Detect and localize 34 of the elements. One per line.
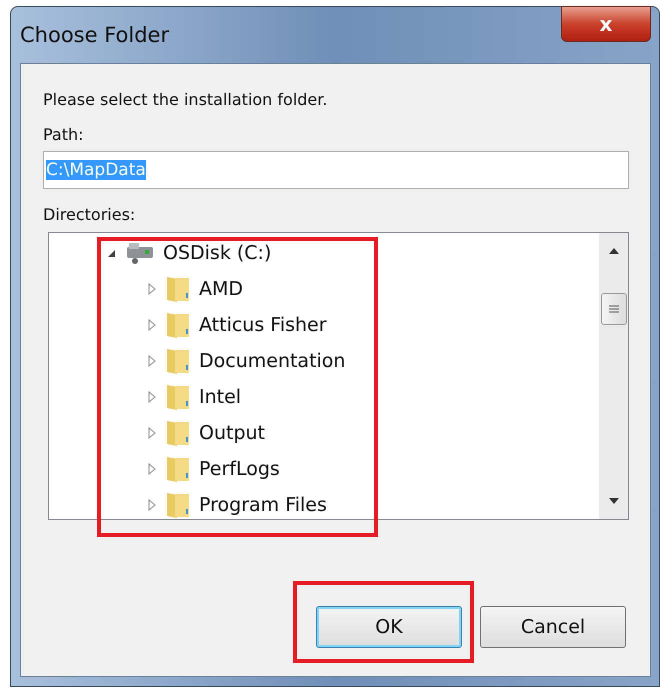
folder-icon [165, 383, 191, 411]
collapsed-arrow-icon[interactable] [147, 463, 157, 475]
tree-item[interactable]: Intel [199, 386, 242, 408]
tree-item[interactable]: Atticus Fisher [199, 314, 327, 336]
tree-item[interactable]: Output [199, 422, 265, 444]
tree-item[interactable]: PerfLogs [199, 458, 280, 480]
tree-item[interactable]: Documentation [199, 350, 346, 372]
cancel-button[interactable]: Cancel [480, 606, 626, 648]
collapsed-arrow-icon[interactable] [147, 283, 157, 295]
path-label: Path: [43, 125, 85, 144]
folder-icon [165, 311, 191, 339]
folder-icon [165, 347, 191, 375]
collapsed-arrow-icon[interactable] [147, 355, 157, 367]
folder-icon [165, 491, 191, 519]
ok-button[interactable]: OK [316, 606, 462, 648]
scroll-thumb[interactable] [600, 293, 626, 325]
tree-item[interactable]: AMD [199, 278, 244, 300]
collapsed-arrow-icon[interactable] [147, 499, 157, 511]
folder-icon [165, 419, 191, 447]
collapsed-arrow-icon[interactable] [147, 427, 157, 439]
folder-icon [165, 455, 191, 483]
collapsed-arrow-icon[interactable] [147, 391, 157, 403]
collapsed-arrow-icon[interactable] [147, 319, 157, 331]
window-title: Choose Folder [20, 23, 170, 47]
close-button[interactable]: x [561, 6, 651, 42]
tree-item[interactable]: OSDisk (C:) [163, 242, 272, 264]
scrollbar[interactable] [599, 233, 628, 519]
folder-icon [165, 275, 191, 303]
instruction-text: Please select the installation folder. [43, 90, 328, 109]
scroll-down-icon[interactable] [608, 497, 620, 505]
directories-label: Directories: [43, 205, 136, 224]
drive-icon [125, 241, 155, 265]
scroll-up-icon[interactable] [608, 247, 620, 255]
tree-item[interactable]: Program Files [199, 494, 327, 516]
